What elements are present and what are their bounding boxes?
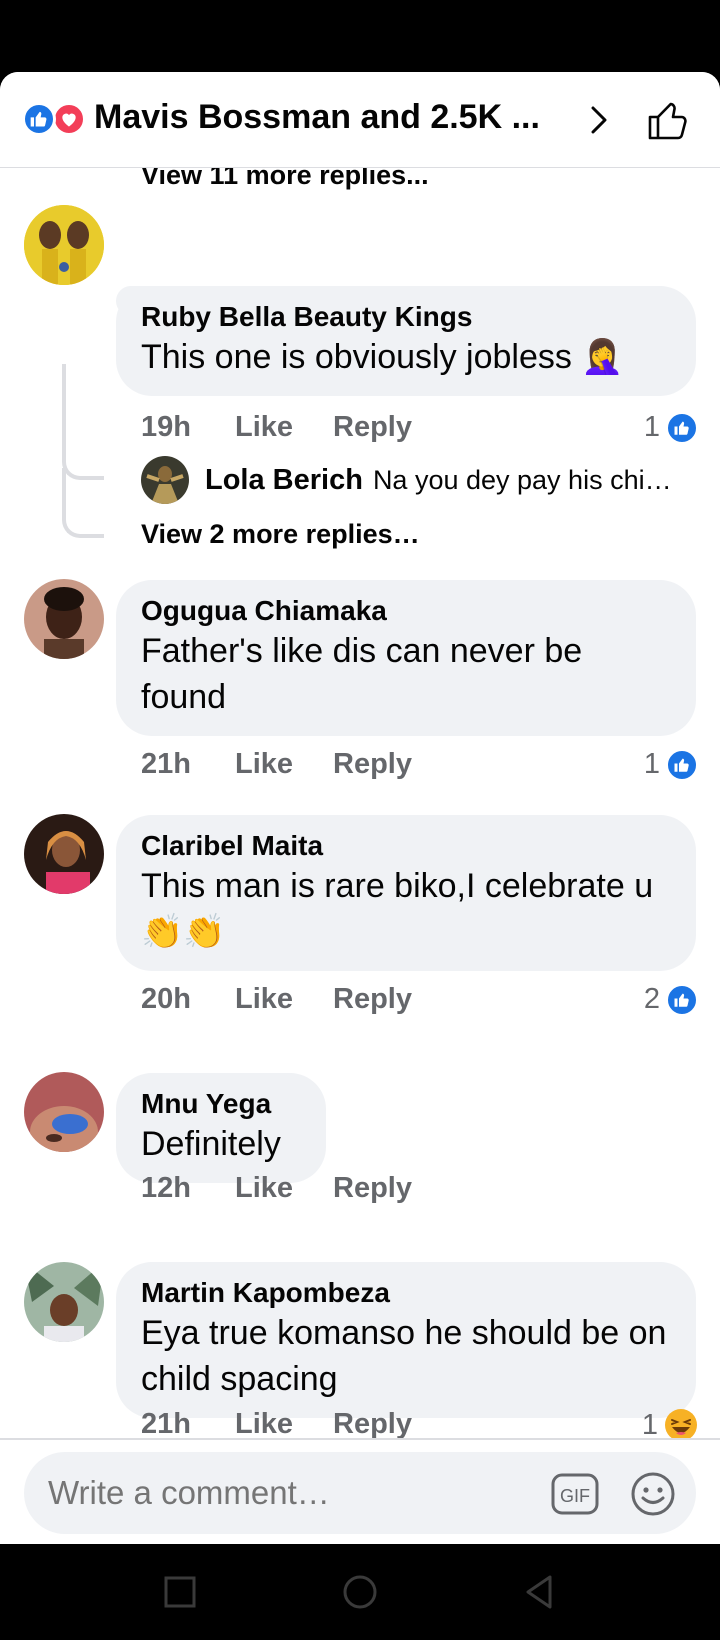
avatar[interactable] bbox=[24, 579, 104, 659]
comment-actions: 21h Like Reply bbox=[141, 1408, 412, 1441]
comment-time[interactable]: 20h bbox=[141, 983, 235, 1016]
comment-author[interactable]: Mnu Yega bbox=[141, 1087, 302, 1121]
like-icon bbox=[666, 983, 698, 1016]
comment-text: Definitely bbox=[141, 1125, 281, 1163]
reply-link[interactable]: Reply bbox=[333, 411, 412, 444]
status-bar bbox=[0, 0, 720, 72]
comment-text: Eya true komanso he should be on child s… bbox=[141, 1314, 667, 1398]
reaction-count[interactable]: 1 bbox=[642, 1408, 698, 1442]
comment-text: This one is obviously jobless 🤦‍♀️ bbox=[141, 338, 624, 376]
avatar[interactable] bbox=[24, 1262, 104, 1342]
thread-connector bbox=[62, 468, 104, 538]
reply-link[interactable]: Reply bbox=[333, 1408, 412, 1441]
reply-link[interactable]: Reply bbox=[333, 748, 412, 781]
reaction-count-value: 1 bbox=[641, 1408, 658, 1441]
comment-author[interactable]: Ogugua Chiamaka bbox=[141, 594, 672, 628]
reactions-title[interactable]: Mavis Bossman and 2.5K ... bbox=[94, 98, 540, 137]
comment-bubble[interactable]: Ogugua Chiamaka Father's like dis can ne… bbox=[116, 580, 696, 736]
like-reaction-icon bbox=[22, 102, 56, 136]
avatar[interactable] bbox=[24, 1072, 104, 1152]
comments-list[interactable]: View 11 more replies... Ruby Bella Beaut… bbox=[0, 168, 720, 1508]
comments-sheet: Mavis Bossman and 2.5K ... View 11 more … bbox=[0, 72, 720, 1544]
gif-label: GIF bbox=[560, 1486, 590, 1506]
comment-actions: 21h Like Reply bbox=[141, 748, 412, 781]
haha-icon bbox=[665, 1409, 697, 1441]
like-link[interactable]: Like bbox=[235, 411, 333, 444]
home-icon[interactable] bbox=[340, 1572, 380, 1612]
avatar[interactable] bbox=[141, 456, 189, 504]
reply-preview[interactable]: Lola Berich Na you dey pay his chi… bbox=[141, 456, 672, 504]
reaction-count[interactable]: 2 bbox=[644, 983, 698, 1016]
avatar[interactable] bbox=[24, 205, 104, 285]
back-icon[interactable] bbox=[520, 1572, 560, 1612]
comment-author[interactable]: Martin Kapombeza bbox=[141, 1276, 672, 1310]
reaction-count[interactable]: 1 bbox=[644, 748, 698, 781]
like-icon bbox=[666, 411, 698, 444]
reaction-summary bbox=[22, 102, 88, 138]
view-more-replies-cut[interactable]: View 11 more replies... bbox=[141, 168, 429, 191]
comment-text: Father's like dis can never be found bbox=[141, 632, 583, 716]
reactions-header[interactable]: Mavis Bossman and 2.5K ... bbox=[0, 72, 720, 168]
comment-bubble[interactable]: Ruby Bella Beauty Kings This one is obvi… bbox=[116, 286, 696, 396]
recents-icon[interactable] bbox=[160, 1572, 200, 1612]
gif-button[interactable]: GIF bbox=[550, 1472, 600, 1516]
system-nav-bar bbox=[0, 1544, 720, 1640]
like-link[interactable]: Like bbox=[235, 1172, 333, 1205]
comment-actions: 20h Like Reply bbox=[141, 983, 412, 1016]
comment-time[interactable]: 21h bbox=[141, 748, 235, 781]
comment-bubble[interactable]: Mnu Yega Definitely bbox=[116, 1073, 326, 1183]
comment-composer: GIF bbox=[0, 1438, 720, 1544]
comment-time[interactable]: 12h bbox=[141, 1172, 235, 1205]
reaction-count-value: 1 bbox=[643, 748, 660, 780]
comment-bubble[interactable]: Martin Kapombeza Eya true komanso he sho… bbox=[116, 1262, 696, 1418]
emoji-icon[interactable] bbox=[630, 1471, 676, 1517]
comment-author[interactable]: Claribel Maita bbox=[141, 829, 672, 863]
like-link[interactable]: Like bbox=[235, 748, 333, 781]
comment-author[interactable]: Ruby Bella Beauty Kings bbox=[141, 300, 672, 334]
like-post-button[interactable] bbox=[646, 98, 690, 142]
comment-field[interactable]: GIF bbox=[24, 1452, 696, 1534]
comment-actions: 12h Like Reply bbox=[141, 1172, 412, 1205]
view-more-replies[interactable]: View 2 more replies… bbox=[141, 519, 420, 550]
comment-input[interactable] bbox=[48, 1474, 528, 1512]
comment-time[interactable]: 21h bbox=[141, 1408, 235, 1441]
like-link[interactable]: Like bbox=[235, 1408, 333, 1441]
avatar[interactable] bbox=[24, 814, 104, 894]
comment-actions: 19h Like Reply bbox=[141, 411, 412, 444]
love-reaction-icon bbox=[52, 102, 86, 136]
like-icon bbox=[666, 748, 698, 781]
comment-text: This man is rare biko,I celebrate u👏👏 bbox=[141, 867, 654, 951]
chevron-right-icon[interactable] bbox=[580, 102, 616, 138]
comment-bubble[interactable]: Claribel Maita This man is rare biko,I c… bbox=[116, 815, 696, 971]
reaction-count-value: 1 bbox=[643, 411, 660, 443]
reply-text: Na you dey pay his chi… bbox=[372, 464, 672, 495]
reply-link[interactable]: Reply bbox=[333, 1172, 412, 1205]
comment-time[interactable]: 19h bbox=[141, 411, 235, 444]
like-link[interactable]: Like bbox=[235, 983, 333, 1016]
reaction-count-value: 2 bbox=[643, 983, 660, 1015]
reaction-count[interactable]: 1 bbox=[644, 411, 698, 444]
reply-author[interactable]: Lola Berich bbox=[205, 464, 363, 497]
reply-link[interactable]: Reply bbox=[333, 983, 412, 1016]
